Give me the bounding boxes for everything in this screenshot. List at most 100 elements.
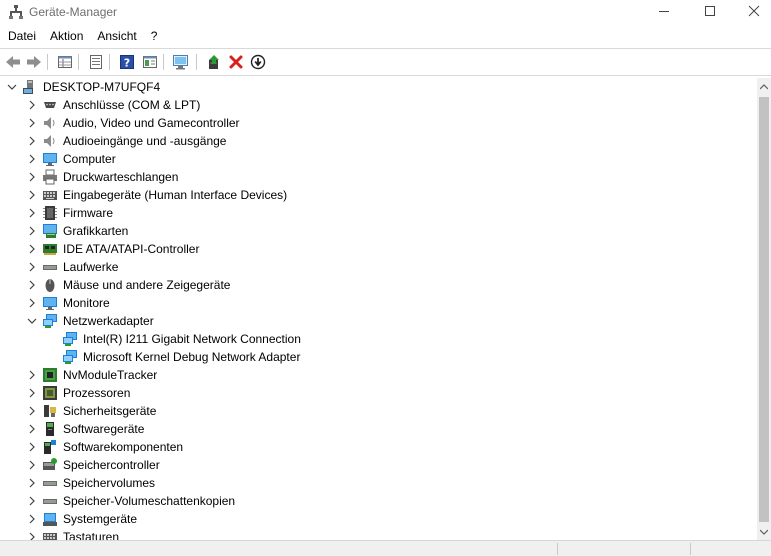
- expand-toggle[interactable]: [24, 277, 40, 293]
- collapse-toggle[interactable]: [4, 79, 20, 95]
- expand-toggle[interactable]: [24, 97, 40, 113]
- expand-toggle[interactable]: [24, 223, 40, 239]
- close-button[interactable]: [731, 0, 771, 22]
- tree-category-audioeingänge-und-ausgänge[interactable]: Audioeingänge und -ausgänge: [0, 132, 757, 150]
- disable-device-icon: [250, 54, 266, 70]
- tree-category-softwarekomponenten[interactable]: Softwarekomponenten: [0, 438, 757, 456]
- software-device-icon: [46, 422, 54, 436]
- tree-item-label: Computer: [63, 152, 116, 166]
- tree-root-computer[interactable]: DESKTOP-M7UFQF4: [0, 78, 757, 96]
- chevron-right-icon: [29, 496, 35, 506]
- menu-help[interactable]: ?: [144, 27, 165, 46]
- scroll-up-button[interactable]: [757, 78, 771, 95]
- tree-category-grafikkarten[interactable]: Grafikkarten: [0, 222, 757, 240]
- menu-datei[interactable]: Datei: [0, 27, 43, 46]
- expand-toggle[interactable]: [24, 169, 40, 185]
- system-icon: [43, 513, 57, 526]
- tree-category-netzwerkadapter[interactable]: Netzwerkadapter: [0, 312, 757, 330]
- tree-item-label: NvModuleTracker: [63, 368, 158, 382]
- tree-category-speichervolumes[interactable]: Speichervolumes: [0, 474, 757, 492]
- view-button[interactable]: [141, 53, 159, 71]
- expand-toggle[interactable]: [24, 151, 40, 167]
- device-manager-app-icon: [9, 5, 23, 19]
- tree-item-label: Sicherheitsgeräte: [63, 404, 157, 418]
- expand-toggle[interactable]: [24, 205, 40, 221]
- tree-category-prozessoren[interactable]: Prozessoren: [0, 384, 757, 402]
- expand-toggle[interactable]: [24, 439, 40, 455]
- expand-toggle[interactable]: [24, 133, 40, 149]
- tree-category-sicherheitsgeräte[interactable]: Sicherheitsgeräte: [0, 402, 757, 420]
- tree-category-audio-video-und-gamecontroller[interactable]: Audio, Video und Gamecontroller: [0, 114, 757, 132]
- tree-category-nvmoduletracker[interactable]: NvModuleTracker: [0, 366, 757, 384]
- tree-device-item[interactable]: Microsoft Kernel Debug Network Adapter: [0, 348, 757, 366]
- tree-category-mäuse-und-andere-zeigegeräte[interactable]: Mäuse und andere Zeigegeräte: [0, 276, 757, 294]
- minimize-icon: [659, 11, 669, 12]
- update-driver-button[interactable]: [205, 53, 223, 71]
- expand-toggle[interactable]: [24, 421, 40, 437]
- expand-toggle[interactable]: [24, 457, 40, 473]
- tree-category-monitore[interactable]: Monitore: [0, 294, 757, 312]
- back-button[interactable]: [4, 53, 22, 71]
- menu-aktion[interactable]: Aktion: [43, 27, 90, 46]
- tree-category-laufwerke[interactable]: Laufwerke: [0, 258, 757, 276]
- software-component-icon: [44, 440, 56, 454]
- tree-category-computer[interactable]: Computer: [0, 150, 757, 168]
- tree-item-label: DESKTOP-M7UFQF4: [43, 80, 161, 94]
- scrollbar-thumb[interactable]: [759, 97, 769, 522]
- port-icon: [44, 102, 56, 108]
- scroll-down-button[interactable]: [757, 523, 771, 540]
- expand-toggle[interactable]: [24, 259, 40, 275]
- tree-category-ide-ata-atapi-controller[interactable]: IDE ATA/ATAPI-Controller: [0, 240, 757, 258]
- expand-toggle[interactable]: [24, 115, 40, 131]
- expand-toggle[interactable]: [24, 403, 40, 419]
- menu-ansicht[interactable]: Ansicht: [90, 27, 143, 46]
- expand-toggle[interactable]: [24, 511, 40, 527]
- chevron-right-icon: [29, 532, 35, 540]
- tree-category-softwaregeräte[interactable]: Softwaregeräte: [0, 420, 757, 438]
- properties-grid-icon: [58, 56, 72, 68]
- tree-item-label: IDE ATA/ATAPI-Controller: [63, 242, 200, 256]
- update-driver-icon: [209, 55, 219, 69]
- expand-toggle[interactable]: [24, 241, 40, 257]
- collapse-toggle[interactable]: [24, 313, 40, 329]
- tree-item-label: Audio, Video und Gamecontroller: [63, 116, 240, 130]
- tree-category-tastaturen[interactable]: Tastaturen: [0, 528, 757, 540]
- keyboard-icon: [43, 191, 57, 200]
- expand-toggle[interactable]: [24, 187, 40, 203]
- tree-category-systemgeräte[interactable]: Systemgeräte: [0, 510, 757, 528]
- disable-device-button[interactable]: [249, 53, 267, 71]
- maximize-icon: [705, 6, 715, 16]
- chevron-right-icon: [29, 424, 35, 434]
- back-arrow-icon: [6, 56, 20, 68]
- speaker-icon: [44, 117, 55, 129]
- computer-root-icon: [23, 80, 33, 94]
- console-tree-button[interactable]: [56, 53, 74, 71]
- scan-hardware-button[interactable]: [172, 53, 190, 71]
- expand-toggle[interactable]: [24, 529, 40, 540]
- chevron-right-icon: [29, 154, 35, 164]
- storage-controller-icon: [43, 458, 57, 470]
- expand-toggle[interactable]: [24, 385, 40, 401]
- help-button[interactable]: ?: [118, 53, 136, 71]
- tree-category-speicher-volumeschattenkopien[interactable]: Speicher-Volumeschattenkopien: [0, 492, 757, 510]
- tree-category-firmware[interactable]: Firmware: [0, 204, 757, 222]
- tree-category-speichercontroller[interactable]: Speichercontroller: [0, 456, 757, 474]
- tree-category-anschlüsse-com-lpt[interactable]: Anschlüsse (COM & LPT): [0, 96, 757, 114]
- tree-category-druckwarteschlangen[interactable]: Druckwarteschlangen: [0, 168, 757, 186]
- expand-toggle[interactable]: [24, 367, 40, 383]
- chevron-right-icon: [29, 118, 35, 128]
- tree-device-item[interactable]: Intel(R) I211 Gigabit Network Connection: [0, 330, 757, 348]
- uninstall-button[interactable]: [227, 53, 245, 71]
- tree-item-label: Firmware: [63, 206, 113, 220]
- expand-toggle[interactable]: [24, 475, 40, 491]
- tree-category-eingabegeräte-human-interface-devices[interactable]: Eingabegeräte (Human Interface Devices): [0, 186, 757, 204]
- maximize-button[interactable]: [687, 0, 733, 22]
- minimize-button[interactable]: [641, 0, 687, 22]
- tree-item-label: Speichercontroller: [63, 458, 160, 472]
- forward-button[interactable]: [25, 53, 43, 71]
- tree-item-label: Laufwerke: [63, 260, 119, 274]
- expand-toggle[interactable]: [24, 295, 40, 311]
- properties-button[interactable]: [87, 53, 105, 71]
- vertical-scrollbar[interactable]: [757, 78, 771, 540]
- expand-toggle[interactable]: [24, 493, 40, 509]
